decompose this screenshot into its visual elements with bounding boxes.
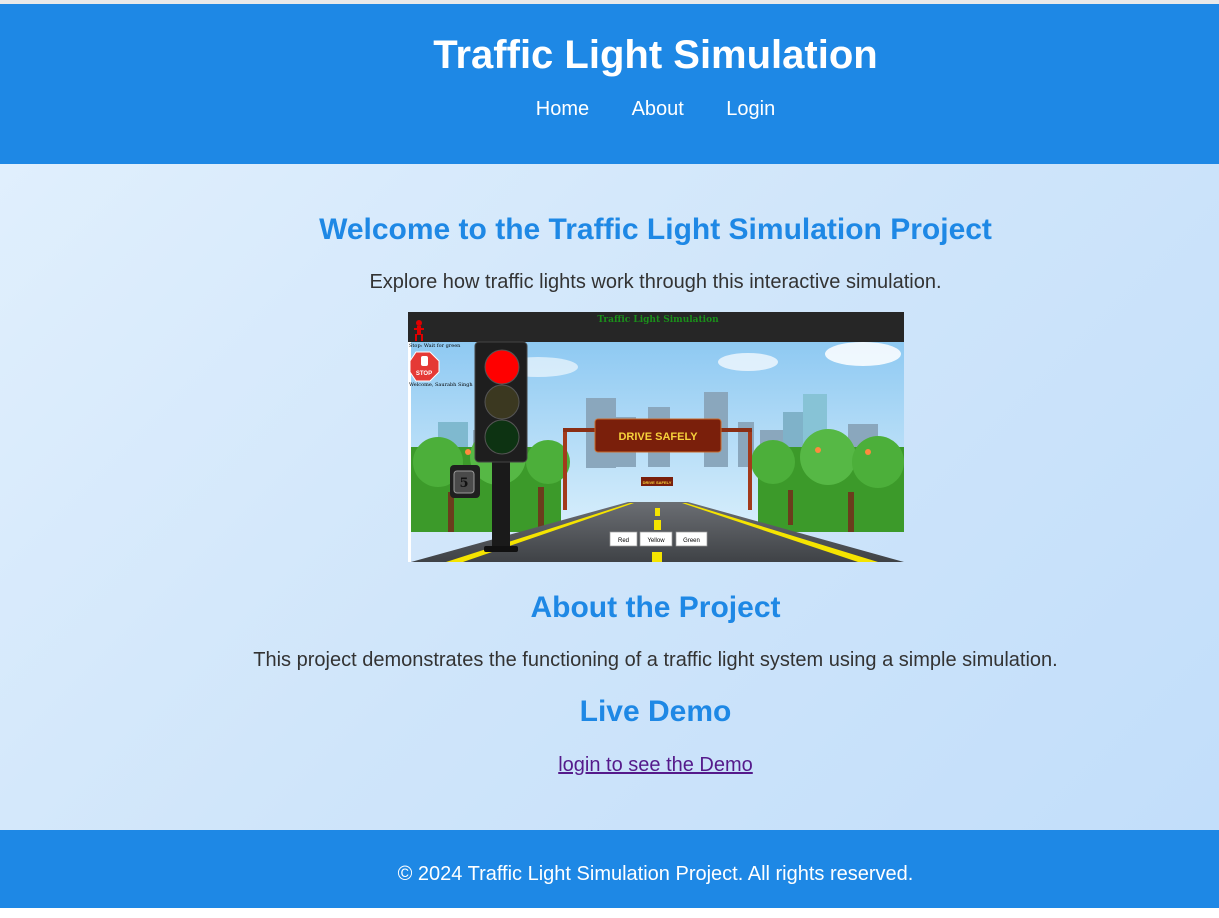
nav-about-link[interactable]: About — [632, 98, 684, 120]
simulation-screenshot: Traffic Light Simulation DRIVE SAFELY DR… — [407, 312, 904, 562]
main-content: Welcome to the Traffic Light Simulation … — [0, 164, 1219, 830]
drive-safely-banner: DRIVE SAFELY — [618, 431, 698, 443]
nav-home-link[interactable]: Home — [536, 98, 589, 120]
sim-welcome-text: Welcome, Saurabh Singh — [409, 382, 473, 388]
demo-login-link[interactable]: login to see the Demo — [558, 754, 753, 777]
svg-text:5: 5 — [459, 476, 468, 491]
main-nav: Home About Login — [0, 98, 1219, 121]
demo-heading: Live Demo — [579, 695, 732, 728]
site-header: Traffic Light Simulation Home About Logi… — [0, 4, 1219, 164]
green-light — [484, 419, 519, 455]
svg-text:Yellow: Yellow — [647, 538, 665, 544]
sim-button-red[interactable]: Red — [609, 531, 637, 547]
sim-status-text: Stop: Wait for green — [409, 343, 461, 349]
sim-button-yellow[interactable]: Yellow — [639, 531, 672, 547]
small-banner: DRIVE SAFELY — [642, 480, 671, 485]
about-text: This project demonstrates the functionin… — [253, 649, 1058, 671]
nav-login-link[interactable]: Login — [726, 98, 775, 120]
countdown-timer: 5 — [449, 465, 480, 498]
svg-text:STOP: STOP — [415, 371, 431, 377]
sim-title: Traffic Light Simulation — [597, 315, 719, 325]
demo-section: Live Demo login to see the Demo — [92, 694, 1219, 777]
welcome-text: Explore how traffic lights work through … — [369, 271, 942, 293]
sim-button-green[interactable]: Green — [675, 531, 707, 547]
svg-text:Green: Green — [683, 538, 700, 544]
site-footer: © 2024 Traffic Light Simulation Project.… — [0, 830, 1219, 908]
svg-text:Red: Red — [617, 538, 628, 544]
red-light — [484, 349, 519, 385]
yellow-light — [484, 384, 519, 420]
about-heading: About the Project — [530, 591, 781, 624]
stop-sign-icon: STOP — [409, 351, 439, 382]
welcome-heading: Welcome to the Traffic Light Simulation … — [319, 213, 992, 246]
about-section: About the Project This project demonstra… — [92, 590, 1219, 672]
site-title: Traffic Light Simulation — [433, 33, 878, 77]
welcome-section: Welcome to the Traffic Light Simulation … — [92, 212, 1219, 562]
footer-text: © 2024 Traffic Light Simulation Project.… — [397, 863, 914, 885]
